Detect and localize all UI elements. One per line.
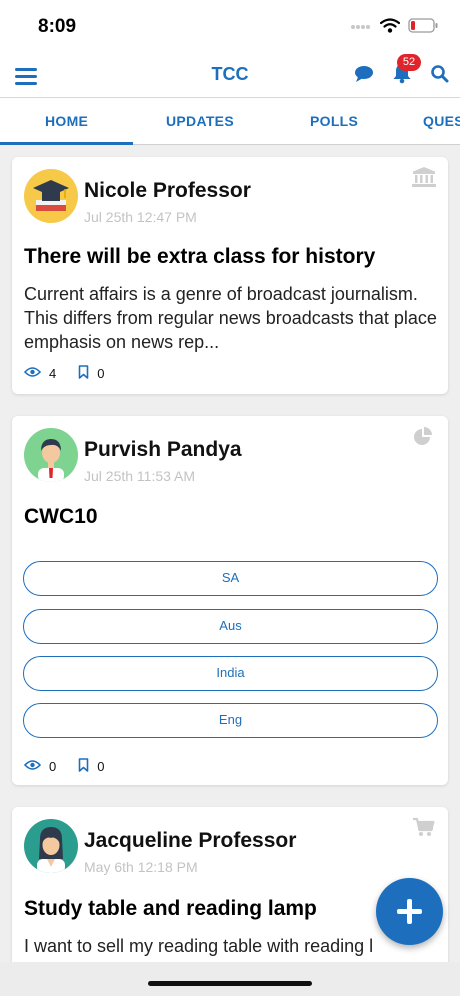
tab-home[interactable]: HOME	[45, 113, 88, 129]
home-indicator[interactable]	[148, 981, 312, 986]
tab-polls[interactable]: POLLS	[310, 113, 358, 129]
add-post-button[interactable]	[376, 878, 443, 945]
views-stat: 4	[23, 366, 57, 381]
bookmarks-stat[interactable]: 0	[78, 758, 104, 775]
cart-icon	[412, 817, 436, 837]
views-stat: 0	[23, 759, 57, 774]
views-count: 0	[49, 759, 57, 774]
post-time: Jul 25th 11:53 AM	[84, 468, 196, 484]
bank-icon	[412, 167, 436, 187]
post-stats: 0 0	[23, 758, 104, 775]
wifi-icon	[379, 18, 401, 38]
post-author[interactable]: Nicole Professor	[84, 179, 251, 203]
post-time: May 6th 12:18 PM	[84, 859, 198, 875]
notification-badge: 52	[397, 54, 421, 71]
poll-option[interactable]: SA	[23, 561, 438, 596]
status-bar: 8:09	[0, 0, 460, 50]
bookmark-icon[interactable]	[78, 365, 89, 382]
post-body: I want to sell my reading table with rea…	[24, 936, 374, 956]
poll-card[interactable]: Purvish Pandya Jul 25th 11:53 AM CWC10 S…	[12, 416, 448, 785]
chat-icon[interactable]	[353, 62, 377, 86]
avatar	[24, 428, 78, 482]
active-tab-indicator	[0, 142, 133, 145]
pie-chart-icon	[412, 426, 436, 446]
avatar	[24, 169, 78, 223]
search-icon[interactable]	[430, 62, 454, 86]
post-title: CWC10	[24, 505, 98, 528]
status-time: 8:09	[38, 16, 77, 37]
bookmarks-count: 0	[97, 759, 105, 774]
post-stats: 4 0	[23, 365, 104, 382]
home-bar-area	[0, 962, 460, 996]
views-count: 4	[49, 366, 57, 381]
bookmarks-count: 0	[97, 366, 105, 381]
battery-icon	[408, 18, 438, 38]
tab-bar: HOME UPDATES POLLS QUES	[0, 98, 460, 145]
eye-icon	[23, 759, 42, 774]
status-icons	[350, 18, 438, 38]
post-time: Jul 25th 12:47 PM	[84, 209, 197, 225]
post-card[interactable]: Nicole Professor Jul 25th 12:47 PM There…	[12, 157, 448, 394]
tab-updates[interactable]: UPDATES	[166, 113, 234, 129]
post-card[interactable]: Jacqueline Professor May 6th 12:18 PM St…	[12, 807, 448, 967]
bookmarks-stat[interactable]: 0	[78, 365, 104, 382]
bookmark-icon[interactable]	[78, 758, 89, 775]
app-header: TCC	[0, 50, 460, 98]
post-body: Current affairs is a genre of broadcast …	[24, 284, 437, 352]
poll-option[interactable]: Aus	[23, 609, 438, 644]
post-title: There will be extra class for history	[24, 245, 376, 268]
poll-option[interactable]: Eng	[23, 703, 438, 738]
avatar	[24, 819, 78, 873]
eye-icon	[23, 366, 42, 381]
post-title: Study table and reading lamp	[24, 897, 317, 920]
poll-option[interactable]: India	[23, 656, 438, 691]
post-author[interactable]: Purvish Pandya	[84, 438, 242, 462]
post-author[interactable]: Jacqueline Professor	[84, 829, 296, 853]
tab-questions[interactable]: QUES	[423, 113, 460, 129]
signal-icon	[350, 19, 372, 37]
